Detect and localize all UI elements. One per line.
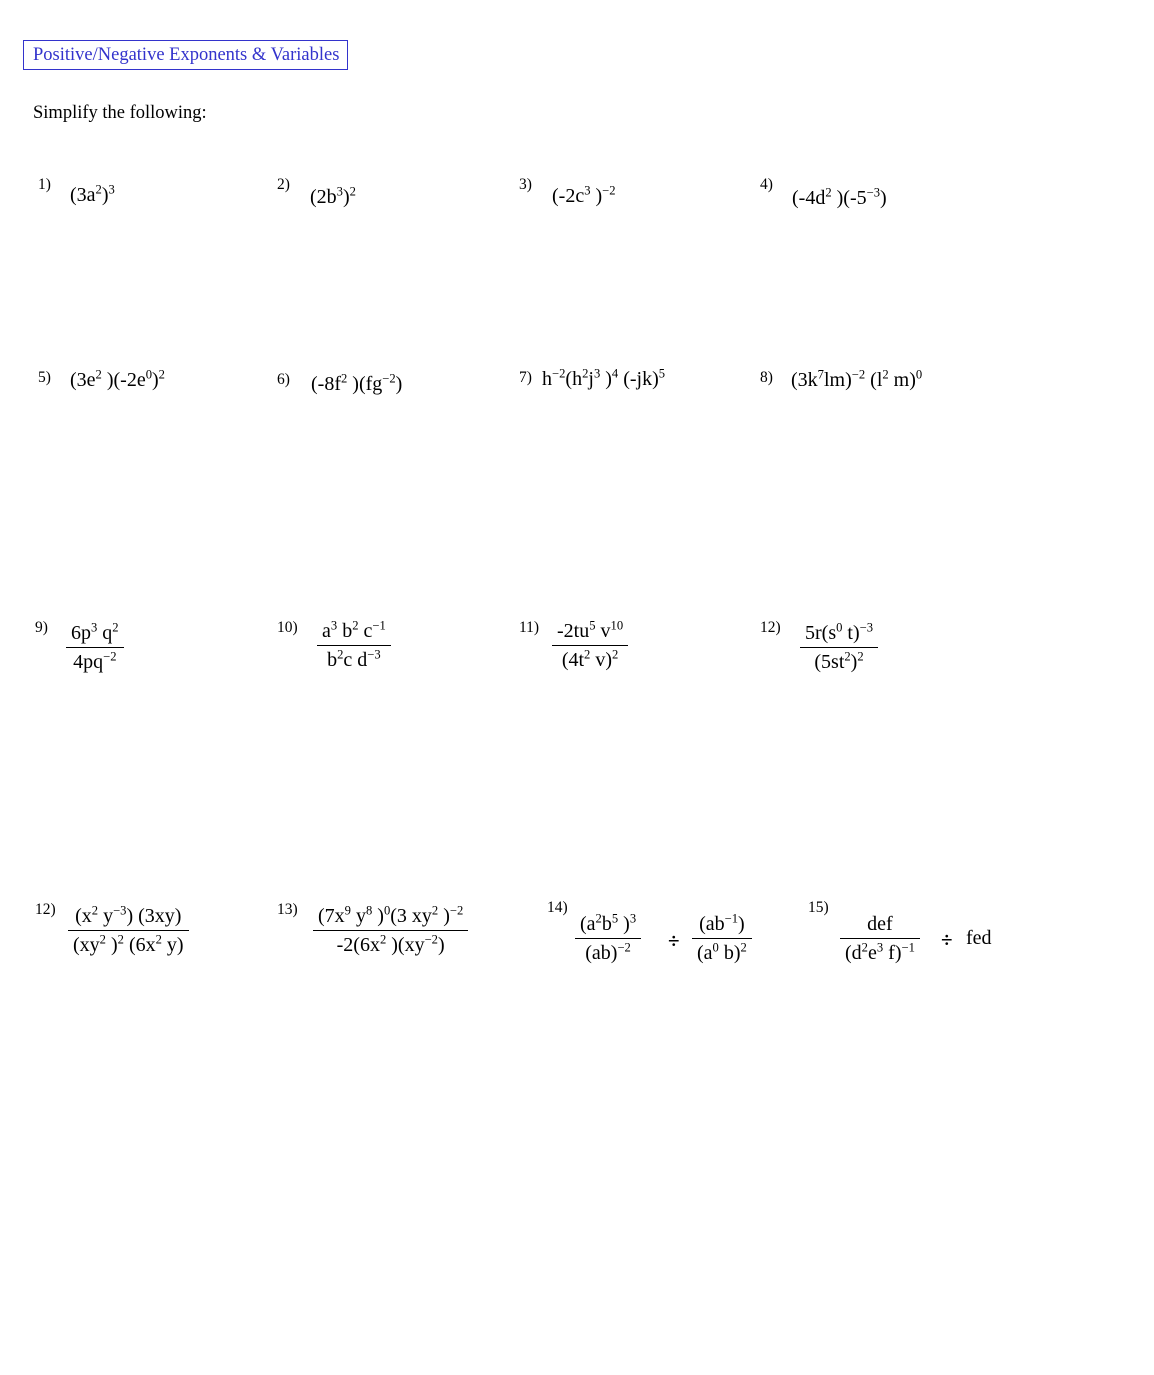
- fraction-numerator: 5r(s0 t)−3: [800, 621, 879, 648]
- problem-number-5: 5): [38, 369, 51, 386]
- problem-number-14: 14): [547, 899, 568, 916]
- problem-number-8: 8): [760, 369, 773, 386]
- fraction-numerator: (ab−1): [692, 912, 752, 939]
- problem-expression-1: (3a2)3: [70, 182, 115, 206]
- fraction-denominator: (ab)−2: [585, 940, 631, 964]
- problem-number-4: 4): [760, 176, 773, 193]
- fraction-denominator: b2c d−3: [327, 647, 381, 671]
- problem-expression-5: (3e2 )(-2e0)2: [70, 367, 165, 391]
- problem-number-12b: 12): [35, 901, 56, 918]
- fraction-numerator: (7x9 y8 )0(3 xy2 )−2: [313, 904, 469, 931]
- problem-number-7: 7): [519, 369, 532, 386]
- fraction-numerator: a3 b2 c−1: [317, 619, 391, 646]
- problem-number-3: 3): [519, 176, 532, 193]
- division-operator-14: ÷: [668, 929, 680, 953]
- problem-expression-7: h−2(h2j3 )4 (-jk)5: [542, 366, 666, 390]
- worksheet-title: Positive/Negative Exponents & Variables: [33, 44, 340, 65]
- problem-expression-12b: (x2 y−3) (3xy) (xy2 )2 (6x2 y): [68, 904, 189, 957]
- problem-expression-11: -2tu5 v10 (4t2 v)2: [552, 619, 629, 672]
- problem-expression-8: (3k7lm)−2 (l2 m)0: [791, 367, 923, 391]
- problem-expression-4: (-4d2 )(-5−3): [792, 185, 887, 209]
- problem-number-12a: 12): [760, 619, 781, 636]
- instruction-text: Simplify the following:: [33, 103, 207, 123]
- problem-number-1: 1): [38, 176, 51, 193]
- problem-expression-9: 6p3 q2 4pq−2: [66, 621, 124, 674]
- fraction-denominator: (xy2 )2 (6x2 y): [73, 932, 184, 956]
- problem-expression-14-right: (ab−1) (a0 b)2: [692, 912, 752, 965]
- problem-expression-3: (-2c3 )−2: [552, 183, 616, 207]
- fraction-numerator: -2tu5 v10: [552, 619, 629, 646]
- problem-expression-12a: 5r(s0 t)−3 (5st2)2: [800, 621, 879, 674]
- problem-expression-10: a3 b2 c−1 b2c d−3: [317, 619, 391, 672]
- problem-expression-2: (2b3)2: [310, 184, 356, 208]
- problem-number-13: 13): [277, 901, 298, 918]
- problem-number-6: 6): [277, 371, 290, 388]
- fraction-denominator: 4pq−2: [73, 649, 117, 673]
- fraction-numerator: (a2b5 )3: [575, 912, 642, 939]
- fraction-denominator: (d2e3 f)−1: [845, 940, 915, 964]
- problem-expression-15-left: def (d2e3 f)−1: [840, 913, 920, 965]
- problem-number-11: 11): [519, 619, 540, 636]
- fraction-denominator: -2(6x2 )(xy−2): [336, 932, 445, 956]
- problem-expression-15-right: fed: [966, 927, 992, 949]
- problem-number-10: 10): [277, 619, 298, 636]
- division-operator-15: ÷: [941, 928, 953, 952]
- fraction-numerator: 6p3 q2: [66, 621, 124, 648]
- fraction-numerator: (x2 y−3) (3xy): [68, 904, 189, 931]
- fraction-numerator: def: [840, 913, 920, 939]
- problem-expression-14-left: (a2b5 )3 (ab)−2: [575, 912, 642, 965]
- problem-expression-13: (7x9 y8 )0(3 xy2 )−2 -2(6x2 )(xy−2): [313, 904, 469, 957]
- fraction-denominator: (4t2 v)2: [561, 647, 619, 671]
- fraction-denominator: (5st2)2: [814, 649, 864, 673]
- problem-number-9: 9): [35, 619, 48, 636]
- fraction-denominator: (a0 b)2: [697, 940, 747, 964]
- problem-expression-6: (-8f2 )(fg−2): [311, 371, 403, 395]
- problem-number-2: 2): [277, 176, 290, 193]
- worksheet-title-box: Positive/Negative Exponents & Variables: [23, 40, 348, 70]
- problem-number-15: 15): [808, 899, 829, 916]
